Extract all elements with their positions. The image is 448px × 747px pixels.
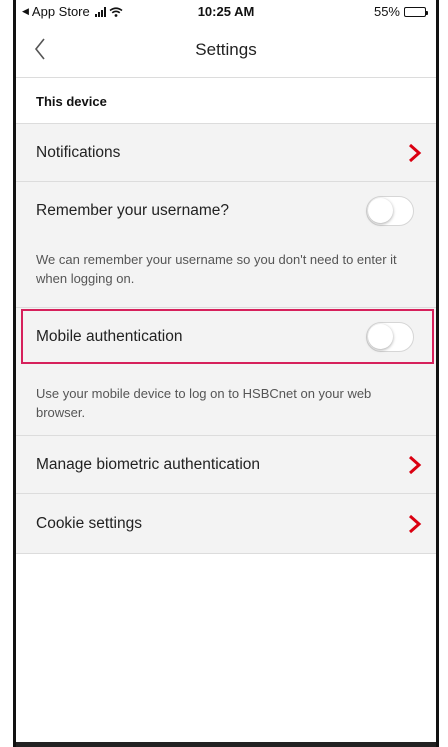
battery-icon	[404, 6, 428, 17]
mobile-authentication-toggle[interactable]	[366, 322, 414, 352]
mobile-authentication-description: Use your mobile device to log on to HSBC…	[36, 386, 372, 420]
notifications-row[interactable]: Notifications	[16, 124, 436, 182]
status-bar: ◀ App Store 10:25 AM 55%	[16, 0, 436, 22]
notifications-label: Notifications	[36, 143, 121, 161]
manage-biometric-label: Manage biometric authentication	[36, 455, 261, 473]
bottom-bar	[16, 742, 436, 747]
remember-username-description: We can remember your username so you don…	[36, 252, 397, 286]
cookie-settings-label: Cookie settings	[36, 514, 142, 532]
phone-screen: ◀ App Store 10:25 AM 55% Settings This d…	[13, 0, 439, 747]
empty-area	[16, 554, 436, 742]
chevron-right-icon	[409, 143, 422, 162]
section-header-this-device: This device	[16, 78, 436, 124]
remember-username-row: Remember your username?	[16, 182, 436, 240]
navigation-bar: Settings	[16, 22, 436, 78]
page-title: Settings	[195, 40, 257, 59]
chevron-right-icon	[409, 455, 422, 474]
battery-percent: 55%	[373, 4, 400, 19]
chevron-right-icon	[409, 514, 422, 533]
mobile-authentication-row: Mobile authentication	[16, 308, 436, 366]
cookie-settings-row[interactable]: Cookie settings	[16, 494, 436, 554]
settings-list: Notifications Remember your username? We…	[16, 124, 436, 554]
status-battery: 55%	[373, 4, 428, 19]
manage-biometric-row[interactable]: Manage biometric authentication	[16, 436, 436, 494]
toggle-knob	[368, 198, 393, 223]
toggle-knob	[368, 324, 393, 349]
remember-username-toggle[interactable]	[366, 196, 414, 226]
